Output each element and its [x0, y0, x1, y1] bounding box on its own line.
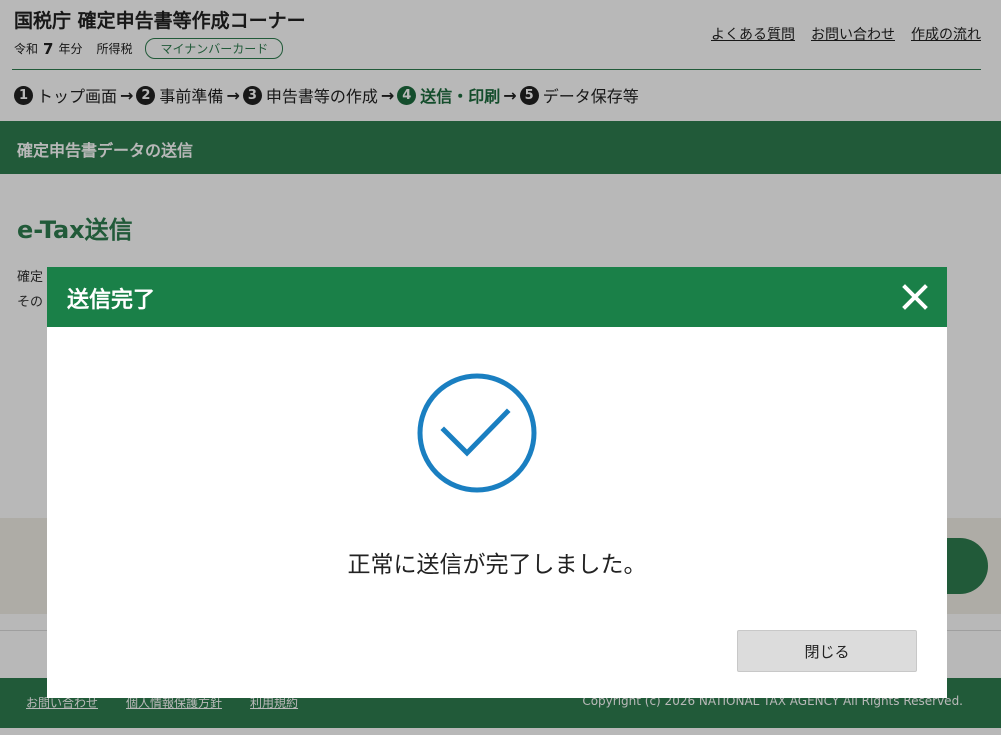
dialog-title: 送信完了	[67, 288, 156, 313]
send-complete-dialog: 送信完了 正常に送信が完了しました。 閉じる	[47, 267, 947, 698]
close-button[interactable]: 閉じる	[737, 630, 917, 672]
success-message: 正常に送信が完了しました。	[347, 552, 647, 578]
close-icon[interactable]	[899, 281, 931, 313]
dialog-header: 送信完了	[47, 267, 947, 327]
check-circle-icon	[417, 373, 537, 493]
